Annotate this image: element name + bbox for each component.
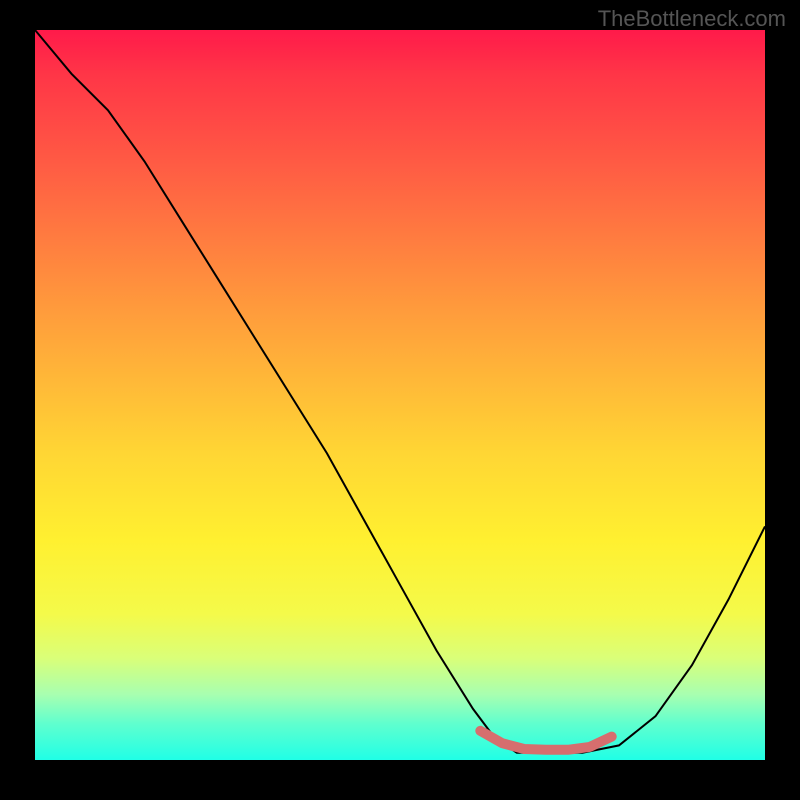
highlight-segment: [480, 731, 611, 750]
watermark-text: TheBottleneck.com: [598, 6, 786, 32]
series-container: [35, 30, 765, 753]
main-curve: [35, 30, 765, 753]
chart-svg: [35, 30, 765, 760]
chart-plot-area: [35, 30, 765, 760]
